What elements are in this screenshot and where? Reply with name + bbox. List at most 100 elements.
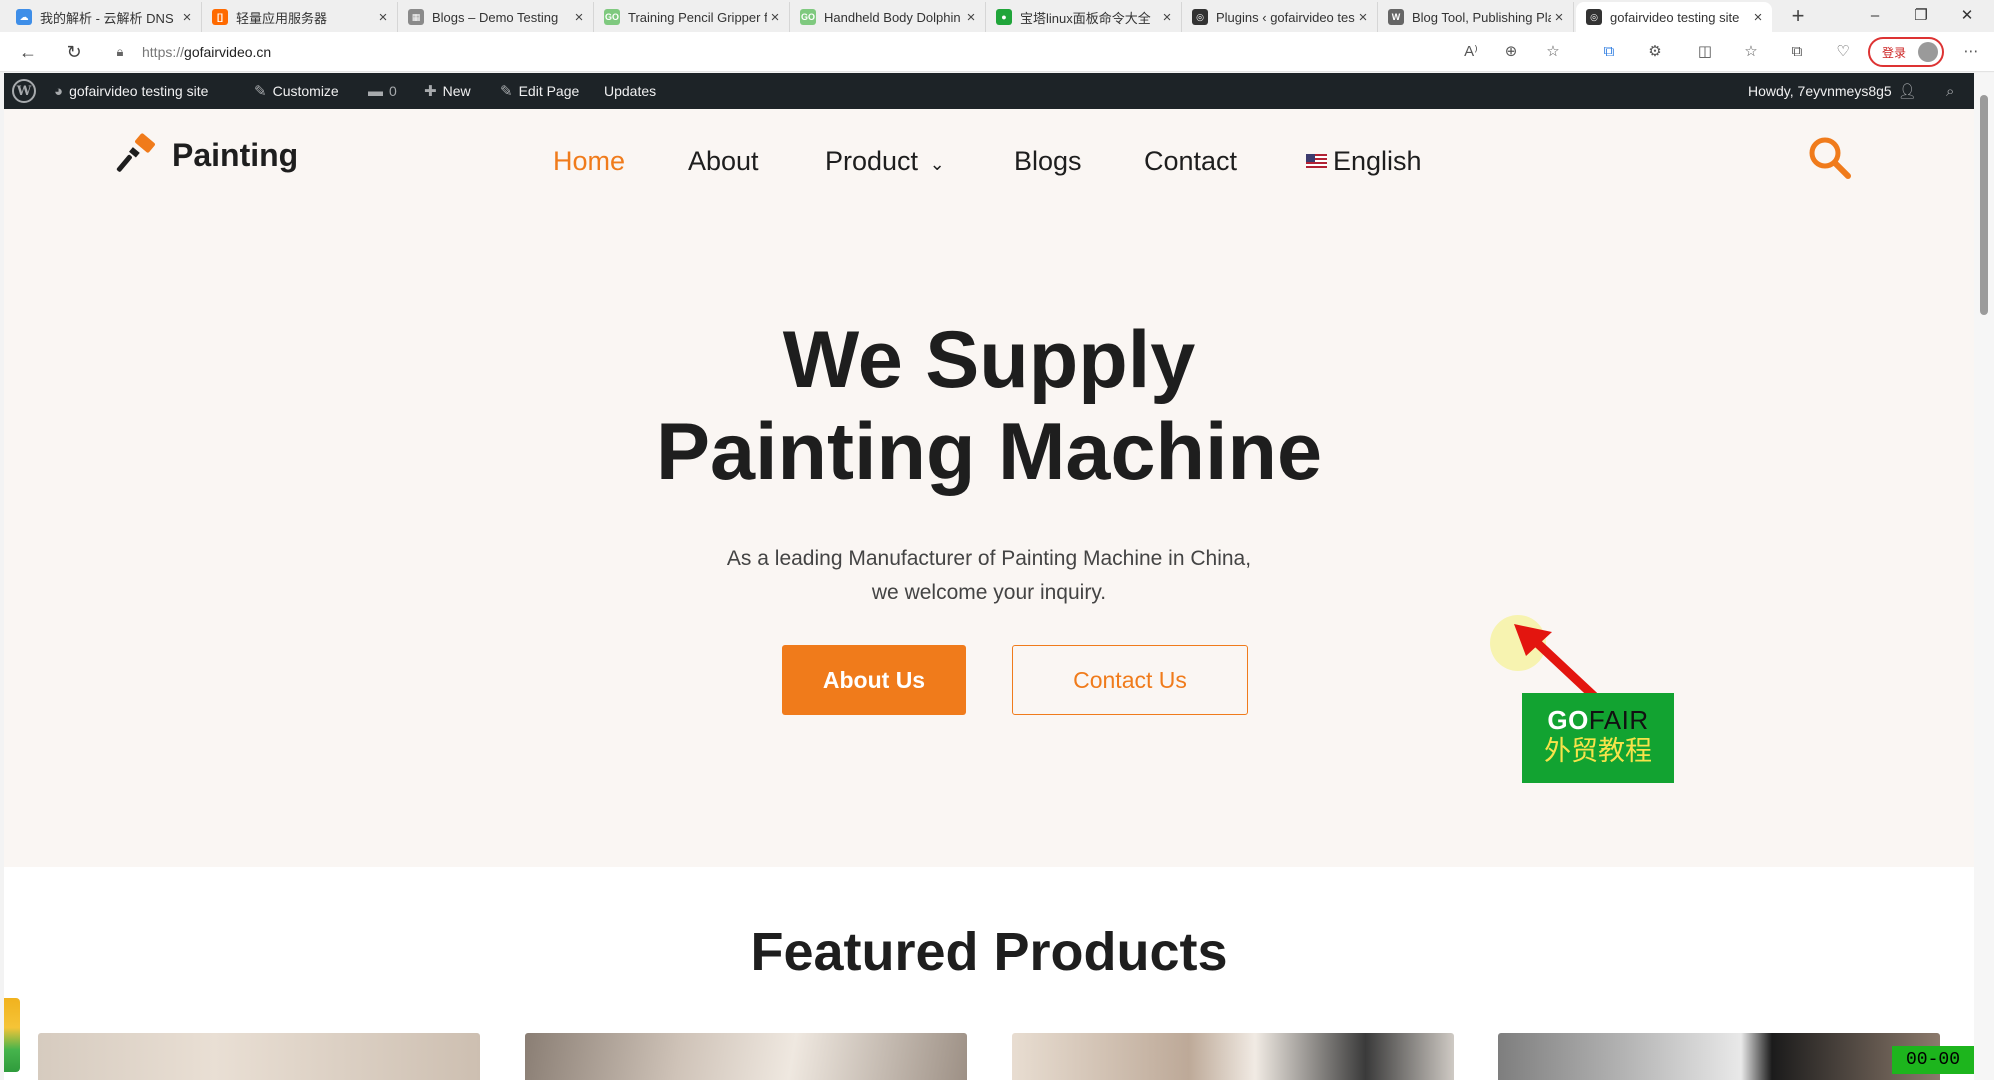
lock-icon[interactable]: 🔒︎ [110,44,130,60]
read-aloud-icon[interactable]: A⁾ [1458,40,1484,64]
hero-subtitle-line1: As a leading Manufacturer of Painting Ma… [726,547,1252,570]
close-tab-icon[interactable]: × [1551,9,1567,26]
logo-text: Painting [172,136,299,173]
new-label: New [442,83,471,99]
close-tab-icon[interactable]: × [1355,9,1371,26]
minimize-button[interactable]: – [1852,0,1898,32]
browser-tab[interactable]: [] 轻量应用服务器 × [202,2,398,32]
close-tab-icon[interactable]: × [963,9,979,26]
close-tab-icon[interactable]: × [767,9,783,26]
adminbar-updates[interactable]: Updates [604,73,656,109]
adminbar-edit-page[interactable]: ✎ Edit Page [500,73,579,109]
side-widget-strip[interactable] [4,998,20,1072]
hero-title-line2: Painting Machine [655,407,1323,497]
close-tab-icon[interactable]: × [1750,9,1766,26]
gofair-badge-subtitle: 外贸教程 [1544,736,1652,767]
login-label: 登录 [1882,45,1907,60]
address-bar[interactable]: 🔒︎ https:// gofairvideo.cn [110,37,1560,67]
nav-home[interactable]: Home [553,133,625,189]
adminbar-customize[interactable]: ✎ Customize [254,73,339,109]
paint-brush-icon [116,133,155,172]
tab-title: Training Pencil Gripper f [628,9,767,25]
search-icon[interactable] [1806,134,1854,182]
gofair-favicon: GO [800,9,816,25]
nav-blogs[interactable]: Blogs [1014,133,1082,189]
avatar [1918,42,1938,62]
browser-tab[interactable]: GO Training Pencil Gripper f × [594,2,790,32]
customize-label: Customize [272,83,339,99]
close-tab-icon[interactable]: × [571,9,587,26]
close-window-button[interactable]: ✕ [1944,0,1990,32]
browser-tab[interactable]: ▦ Blogs – Demo Testing × [398,2,594,32]
favorites-icon[interactable]: ☆ [1738,40,1764,64]
site-name-label: gofairvideo testing site [69,83,209,99]
tab-title: gofairvideo testing site [1610,9,1740,25]
collections-icon[interactable]: ⧉ [1784,40,1810,64]
nav-about[interactable]: About [688,133,759,189]
scrollbar-thumb[interactable] [1980,95,1988,315]
browser-tab[interactable]: ● 宝塔linux面板命令大全 × [986,2,1182,32]
wp-admin-bar: W ◕ gofairvideo testing site ✎ Customize… [4,73,1974,109]
browser-tab[interactable]: GO Handheld Body Dolphin × [790,2,986,32]
site-logo[interactable]: Painting [116,133,298,177]
adminbar-account[interactable]: Howdy, 7eyvnmeys8g5 👤︎ [1748,73,1917,109]
product-card-image[interactable] [38,1033,480,1080]
close-tab-icon[interactable]: × [1159,9,1175,26]
about-us-button[interactable]: About Us [782,645,966,715]
product-card-image[interactable] [525,1033,967,1080]
favorite-star-icon[interactable]: ☆ [1540,40,1566,64]
split-screen-icon[interactable]: ◫ [1692,40,1718,64]
profile-login-button[interactable]: 登录 [1868,37,1944,67]
browser-essentials-icon[interactable]: ♡ [1830,40,1856,64]
site-favicon: ◎ [1586,9,1602,25]
browser-tab-active[interactable]: ◎ gofairvideo testing site × [1576,2,1772,32]
adminbar-site-name[interactable]: ◕ gofairvideo testing site [54,73,208,109]
page-icon: ▦ [408,9,424,25]
contact-us-button[interactable]: Contact Us [1012,645,1248,715]
adminbar-comments[interactable]: ▬ 0 [368,73,397,109]
recording-timer: 00-00 [1892,1046,1974,1074]
back-button[interactable]: ← [12,38,44,66]
wordpress-icon: W [12,79,36,103]
nav-contact[interactable]: Contact [1144,133,1237,189]
baota-icon: ● [996,9,1012,25]
tab-title: 轻量应用服务器 [236,10,328,26]
url-protocol: https:// [142,44,185,60]
hero-subtitle: As a leading Manufacturer of Painting Ma… [4,542,1974,610]
extensions-icon[interactable]: ⚙ [1642,40,1668,64]
restore-button[interactable]: ❐ [1898,0,1944,32]
language-label: English [1333,146,1422,176]
browser-tab[interactable]: W Blog Tool, Publishing Pla × [1378,2,1574,32]
zoom-icon[interactable]: ⊕ [1498,40,1524,64]
new-tab-button[interactable]: + [1782,2,1814,30]
tab-title: Handheld Body Dolphin [824,9,961,25]
wp-logo-menu[interactable]: W [12,73,36,109]
page-scrollbar[interactable] [1974,73,1994,1080]
more-menu-icon[interactable]: ⋯ [1958,40,1984,64]
reload-button[interactable]: ↻ [58,38,90,66]
nav-language[interactable]: English [1306,133,1422,189]
adminbar-search[interactable]: ⌕ [1946,73,1954,109]
product-card-image[interactable] [1012,1033,1454,1080]
brush-icon: ✎ [254,83,267,100]
comment-icon: ▬ [368,82,383,100]
hero-section: Painting Home About Product ⌄ Blogs Cont… [4,109,1974,867]
user-icon: 👤︎ [1897,83,1917,100]
adminbar-new[interactable]: ✚ New [424,73,471,109]
hero-title: We Supply Painting Machine [4,314,1974,498]
nav-product[interactable]: Product ⌄ [825,133,945,189]
tab-title: 我的解析 - 云解析 DNS [40,10,174,26]
close-tab-icon[interactable]: × [179,9,195,26]
url-host: gofairvideo.cn [184,44,272,60]
browser-tab[interactable]: ◎ Plugins ‹ gofairvideo tes × [1182,2,1378,32]
product-card-image[interactable] [1498,1033,1940,1080]
gofair-favicon: GO [604,9,620,25]
gofair-badge-title: GOFAIR [1522,705,1674,735]
us-flag-icon [1306,153,1327,168]
browser-tab-bar: ☁ 我的解析 - 云解析 DNS × [] 轻量应用服务器 × ▦ Blogs … [0,0,1994,32]
browser-tab[interactable]: ☁ 我的解析 - 云解析 DNS × [6,2,202,32]
wordpress-favicon: W [1388,9,1404,25]
close-tab-icon[interactable]: × [375,9,391,26]
gofair-watermark-badge: GOFAIR 外贸教程 [1522,693,1674,783]
translate-icon[interactable]: ⧉ [1596,40,1622,64]
